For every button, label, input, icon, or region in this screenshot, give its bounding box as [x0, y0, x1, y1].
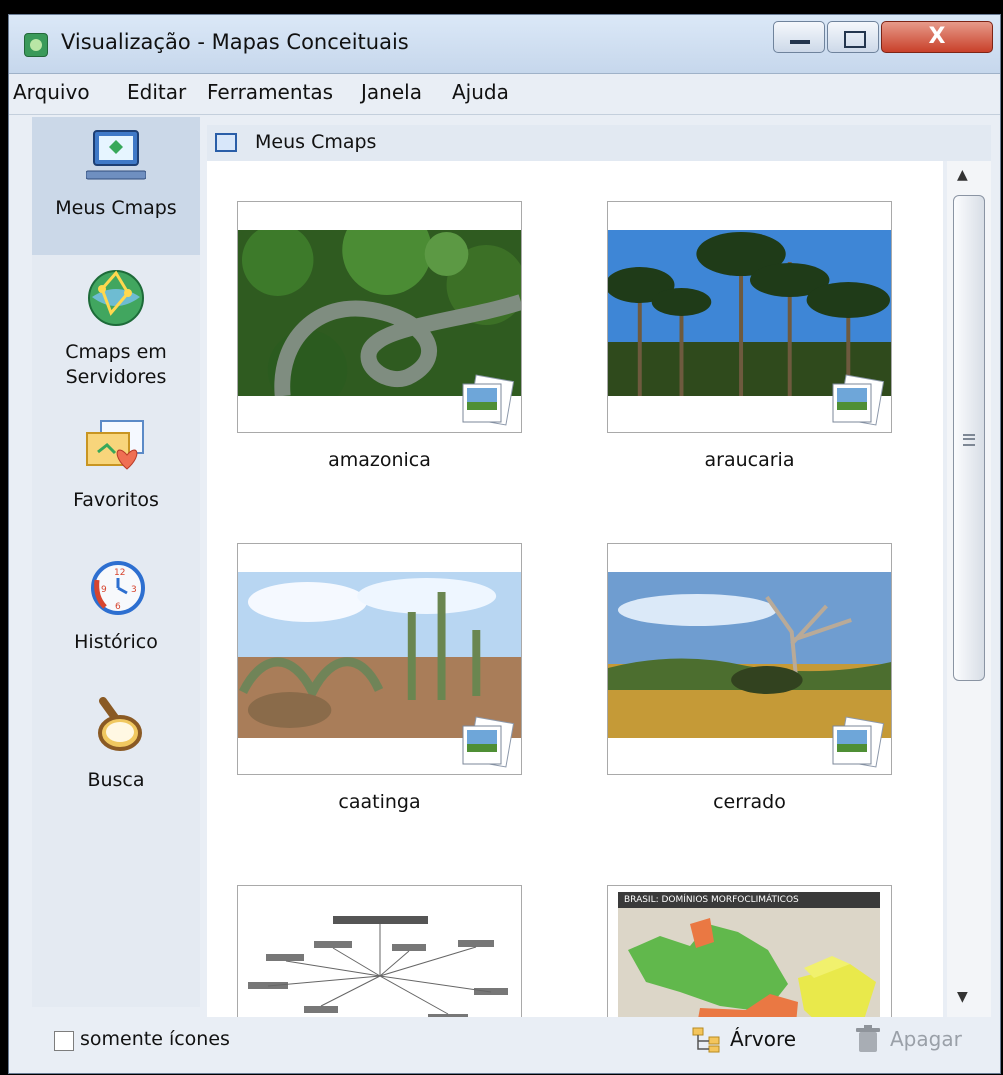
monitor-icon — [85, 130, 147, 180]
close-button[interactable]: X — [881, 21, 993, 53]
delete-label: Apagar — [890, 1027, 962, 1051]
location-title: Meus Cmaps — [255, 131, 377, 153]
delete-button[interactable]: Apagar — [852, 1023, 992, 1057]
image-overlay-icon — [832, 716, 885, 768]
svg-text:6: 6 — [115, 602, 121, 612]
favorites-folder-icon — [86, 420, 144, 470]
cmap-item-label: caatinga — [338, 791, 421, 813]
menu-bar: Arquivo Editar Ferramentas Janela Ajuda — [9, 73, 1000, 115]
icons-only-label[interactable]: somente ícones — [80, 1028, 230, 1050]
cmap-grid: amazonica araucaria caatinga cerrado BRA… — [207, 161, 943, 1017]
scroll-down-icon[interactable]: ▼ — [957, 989, 968, 1005]
menu-janela[interactable]: Janela — [361, 80, 422, 104]
svg-text:9: 9 — [101, 585, 107, 595]
sidebar-item-label: Histórico — [74, 631, 158, 653]
app-window: Visualização - Mapas Conceituais X Arqui… — [8, 14, 1001, 1074]
sidebar-item-busca[interactable]: Busca — [32, 697, 200, 793]
menu-editar[interactable]: Editar — [127, 80, 186, 104]
tree-view-button[interactable]: Árvore — [692, 1023, 822, 1057]
sidebar-item-meus-cmaps[interactable]: Meus Cmaps — [32, 117, 200, 255]
sidebar: Meus Cmaps Cmaps em Servidores Favoritos — [32, 117, 200, 1007]
cmap-item-caatinga[interactable] — [237, 543, 522, 775]
sidebar-item-label: Cmaps em Servidores — [65, 341, 167, 388]
image-overlay-icon — [462, 716, 515, 768]
concept-map-thumbnail — [248, 916, 508, 1017]
sidebar-item-label: Busca — [87, 769, 145, 791]
scroll-up-icon[interactable]: ▲ — [957, 167, 968, 183]
menu-ajuda[interactable]: Ajuda — [452, 80, 509, 104]
magnifier-icon — [98, 697, 142, 751]
close-icon: X — [928, 24, 946, 49]
clock-history-icon: 12 9 3 6 — [91, 561, 145, 615]
bottom-toolbar: somente ícones Árvore Apagar — [32, 1017, 994, 1063]
sidebar-item-label: Meus Cmaps — [55, 197, 177, 219]
window-title: Visualização - Mapas Conceituais — [61, 30, 409, 54]
cmap-item-label: araucaria — [704, 449, 795, 471]
sidebar-item-servidores[interactable]: Cmaps em Servidores — [32, 269, 200, 390]
svg-text:12: 12 — [114, 568, 125, 578]
icons-only-checkbox[interactable] — [54, 1031, 74, 1051]
trash-icon — [856, 1025, 880, 1052]
maximize-button[interactable] — [827, 21, 879, 53]
globe-network-icon — [88, 270, 144, 326]
cmap-item-map[interactable]: BRASIL: DOMÍNIOS MORFOCLIMÁTICOS — [607, 885, 892, 1017]
brazil-map-thumbnail — [618, 908, 880, 1017]
cmap-item-concept-map[interactable] — [237, 885, 522, 1017]
map-title: BRASIL: DOMÍNIOS MORFOCLIMÁTICOS — [618, 892, 880, 908]
cmap-item-label: cerrado — [713, 791, 786, 813]
minimize-button[interactable] — [773, 21, 825, 53]
scroll-thumb[interactable] — [953, 195, 985, 681]
vertical-scrollbar[interactable]: ▲ ▼ — [947, 161, 991, 1017]
location-header: Meus Cmaps — [207, 125, 991, 161]
cmap-item-araucaria[interactable] — [607, 201, 892, 433]
sidebar-item-favoritos[interactable]: Favoritos — [32, 417, 200, 513]
cmap-item-cerrado[interactable] — [607, 543, 892, 775]
menu-arquivo[interactable]: Arquivo — [13, 80, 90, 104]
sidebar-item-label: Favoritos — [73, 489, 159, 511]
image-overlay-icon — [832, 374, 885, 426]
menu-ferramentas[interactable]: Ferramentas — [207, 80, 333, 104]
image-overlay-icon — [462, 374, 515, 426]
sidebar-item-historico[interactable]: 12 9 3 6 Histórico — [32, 559, 200, 655]
tree-icon — [692, 1027, 720, 1053]
tree-view-label: Árvore — [730, 1027, 797, 1051]
cmap-item-label: amazonica — [328, 449, 431, 471]
cmap-item-amazonica[interactable] — [237, 201, 522, 433]
scroll-grip-icon — [963, 434, 975, 446]
title-bar[interactable]: Visualização - Mapas Conceituais X — [9, 15, 1000, 73]
svg-text:3: 3 — [131, 585, 137, 595]
cmap-folder-icon — [215, 133, 237, 152]
app-icon — [24, 33, 48, 57]
